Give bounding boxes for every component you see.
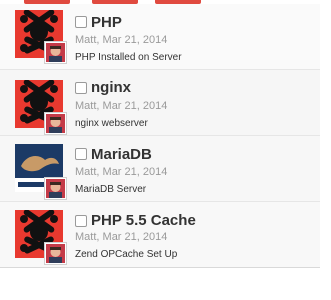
item-author[interactable]: Matt [75, 34, 96, 46]
item-meta: Matt, Mar 21, 2014 [75, 34, 167, 46]
item-description: PHP Installed on Server [75, 52, 182, 63]
item-checkbox[interactable] [75, 82, 87, 94]
list-item[interactable]: nginx Matt, Mar 21, 2014 nginx webserver [0, 70, 320, 136]
item-author[interactable]: Matt [75, 100, 96, 112]
item-title[interactable]: PHP 5.5 Cache [91, 212, 196, 229]
avatar [45, 178, 66, 199]
item-date: Mar 21, 2014 [102, 231, 168, 243]
item-author[interactable]: Matt [75, 231, 96, 243]
list-item[interactable]: PHP Matt, Mar 21, 2014 PHP Installed on … [0, 4, 320, 70]
avatar [45, 42, 66, 63]
item-meta: Matt, Mar 21, 2014 [75, 100, 167, 112]
item-checkbox[interactable] [75, 16, 87, 28]
avatar [45, 113, 66, 134]
item-description: MariaDB Server [75, 184, 147, 195]
item-checkbox[interactable] [75, 148, 87, 160]
item-meta: Matt, Mar 21, 2014 [75, 166, 167, 178]
item-meta: Matt, Mar 21, 2014 [75, 231, 167, 243]
item-title[interactable]: nginx [91, 79, 131, 96]
item-date: Mar 21, 2014 [102, 166, 168, 178]
item-title[interactable]: PHP [91, 14, 122, 31]
avatar [45, 243, 66, 264]
item-author[interactable]: Matt [75, 166, 96, 178]
list-item[interactable]: PHP 5.5 Cache Matt, Mar 21, 2014 Zend OP… [0, 202, 320, 268]
item-checkbox[interactable] [75, 215, 87, 227]
task-list: PHP Matt, Mar 21, 2014 PHP Installed on … [0, 4, 320, 268]
item-title[interactable]: MariaDB [91, 146, 152, 163]
item-description: Zend OPCache Set Up [75, 249, 178, 260]
item-description: nginx webserver [75, 118, 148, 129]
item-date: Mar 21, 2014 [102, 34, 168, 46]
list-item[interactable]: MariaDB Matt, Mar 21, 2014 MariaDB Serve… [0, 136, 320, 202]
item-date: Mar 21, 2014 [102, 100, 168, 112]
